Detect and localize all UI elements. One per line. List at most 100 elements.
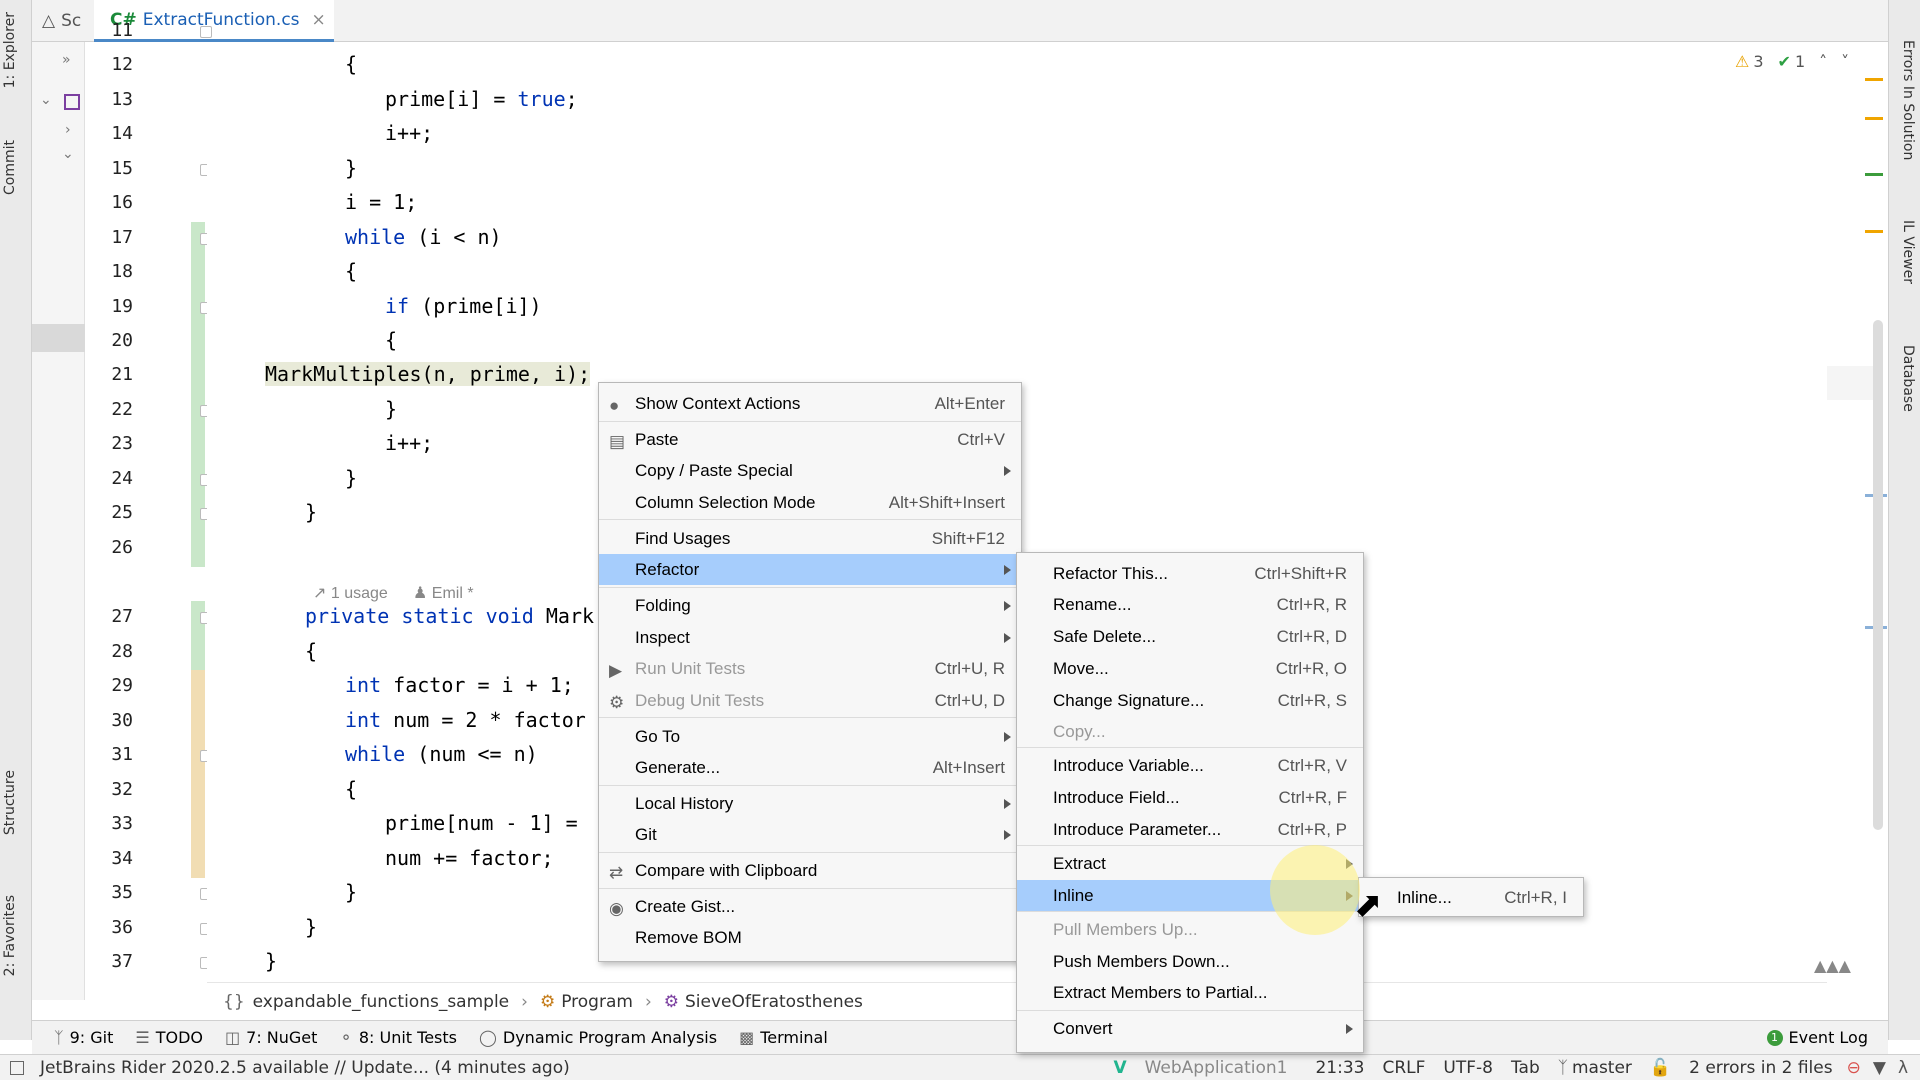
vcs-change-marker[interactable] <box>191 636 205 671</box>
code-line[interactable]: int num = 2 * factor <box>345 708 586 732</box>
refactor-menu-item[interactable]: Move... Ctrl+R, O <box>1017 653 1363 684</box>
context-menu-item[interactable]: Find Usages Shift+F12 <box>599 523 1021 554</box>
context-menu-item[interactable]: Local History <box>599 788 1021 819</box>
vcs-change-marker[interactable] <box>191 359 205 394</box>
vcs-change-marker[interactable] <box>191 532 205 567</box>
context-menu-item[interactable]: Column Selection Mode Alt+Shift+Insert <box>599 487 1021 518</box>
vcs-change-marker[interactable] <box>191 670 205 705</box>
code-line[interactable]: prime[num - 1] = <box>385 811 578 835</box>
vertical-scrollbar[interactable] <box>1873 320 1883 830</box>
context-menu-item[interactable]: Remove BOM <box>599 922 1021 953</box>
errors-in-solution-tab[interactable]: Errors In Solution <box>1900 40 1916 160</box>
context-menu-item[interactable]: ● Show Context Actions Alt+Enter <box>599 388 1021 419</box>
line-separator[interactable]: CRLF <box>1382 1058 1425 1078</box>
context-menu-item[interactable]: Git <box>599 819 1021 850</box>
todo-tool-button[interactable]: ☰ TODO <box>135 1028 203 1047</box>
code-line[interactable]: int factor = i + 1; <box>345 673 574 697</box>
indent-setting[interactable]: Tab <box>1511 1058 1540 1078</box>
code-line[interactable]: while (i < n) <box>345 225 502 249</box>
database-tab[interactable]: Database <box>1900 345 1916 412</box>
refactor-menu-item[interactable]: Convert <box>1017 1013 1363 1044</box>
code-line[interactable]: i++; <box>385 431 433 455</box>
vcs-change-marker[interactable] <box>191 325 205 360</box>
nuget-tool-button[interactable]: ◫ 7: NuGet <box>225 1028 317 1047</box>
inline-menu-item[interactable]: Inline... Ctrl+R, I <box>1359 882 1583 913</box>
context-menu-item[interactable]: Go To <box>599 721 1021 752</box>
code-line[interactable]: i++; <box>385 121 433 145</box>
vcs-change-marker[interactable] <box>191 843 205 878</box>
file-tab-partial[interactable]: △ Sc <box>42 0 92 42</box>
terminal-tool-button[interactable]: ▩ Terminal <box>739 1028 828 1047</box>
git-tool-button[interactable]: ᛉ 9: Git <box>54 1028 113 1047</box>
dpa-tool-button[interactable]: ◯ Dynamic Program Analysis <box>479 1028 717 1047</box>
git-branch[interactable]: master <box>1572 1058 1632 1078</box>
breadcrumb-class[interactable]: Program <box>561 992 633 1012</box>
fold-marker-icon[interactable] <box>200 26 212 38</box>
chevron-up-icon[interactable]: ˄ <box>1819 52 1827 71</box>
refactor-menu-item[interactable]: Rename... Ctrl+R, R <box>1017 589 1363 620</box>
file-encoding[interactable]: UTF-8 <box>1443 1058 1493 1078</box>
code-line[interactable]: } <box>345 466 357 490</box>
context-menu-item[interactable]: ⇄ Compare with Clipboard <box>599 855 1021 886</box>
refactor-menu-item[interactable]: Safe Delete... Ctrl+R, D <box>1017 621 1363 652</box>
usages-hint[interactable]: 1 usage <box>331 585 388 602</box>
code-line[interactable]: while (num <= n) <box>345 742 538 766</box>
code-line[interactable]: { <box>345 777 357 801</box>
code-line[interactable]: prime[i] = true; <box>385 87 578 111</box>
refactor-menu-item[interactable]: Introduce Parameter... Ctrl+R, P <box>1017 814 1363 845</box>
chevron-right-icon[interactable]: » <box>62 52 71 68</box>
code-line[interactable]: { <box>345 52 357 76</box>
code-line[interactable]: } <box>265 949 277 973</box>
refactor-menu-item[interactable]: Refactor This... Ctrl+Shift+R <box>1017 558 1363 589</box>
code-line[interactable]: } <box>345 156 357 180</box>
project-name[interactable]: WebApplication1 <box>1145 1058 1288 1078</box>
vcs-change-marker[interactable] <box>191 774 205 809</box>
refactor-menu-item[interactable]: Push Members Down... <box>1017 946 1363 977</box>
refactor-menu-item[interactable]: Introduce Variable... Ctrl+R, V <box>1017 750 1363 781</box>
code-line[interactable]: } <box>305 915 317 939</box>
chevron-down-icon[interactable]: ⌄ <box>40 92 52 108</box>
chevron-down-icon[interactable]: ⌄ <box>62 146 74 162</box>
filter-icon[interactable]: ▼ <box>1873 1058 1886 1078</box>
refactor-menu-item[interactable]: Introduce Field... Ctrl+R, F <box>1017 782 1363 813</box>
no-entry-icon[interactable]: ⊖ <box>1847 1058 1861 1078</box>
status-message[interactable]: JetBrains Rider 2020.2.5 available // Up… <box>40 1058 570 1078</box>
code-line[interactable]: i = 1; <box>345 190 417 214</box>
caret-position[interactable]: 21:33 <box>1315 1058 1364 1078</box>
context-menu-item[interactable]: Generate... Alt+Insert <box>599 752 1021 783</box>
warning-mark[interactable] <box>1865 117 1883 120</box>
code-line[interactable]: MarkMultiples(n, prime, i); <box>265 362 591 386</box>
event-log-button[interactable]: 1 Event Log <box>1766 1028 1868 1047</box>
resharper-icon[interactable]: λ <box>1898 1058 1908 1078</box>
explorer-tool-tab[interactable]: 1: Explorer <box>2 12 18 88</box>
code-line[interactable]: } <box>385 397 397 421</box>
author-hint[interactable]: Emil * <box>432 585 474 602</box>
vcs-change-marker[interactable] <box>191 428 205 463</box>
warning-mark[interactable] <box>1865 230 1883 233</box>
code-line[interactable]: } <box>345 880 357 904</box>
refactor-menu-item[interactable]: Change Signature... Ctrl+R, S <box>1017 685 1363 716</box>
vcs-change-marker[interactable] <box>191 256 205 291</box>
commit-tool-tab[interactable]: Commit <box>2 140 18 195</box>
chevron-right-icon[interactable]: › <box>65 122 71 138</box>
code-line[interactable]: num += factor; <box>385 846 554 870</box>
context-menu-item[interactable]: Refactor <box>599 554 1021 585</box>
refactor-menu-item[interactable]: Extract Members to Partial... <box>1017 977 1363 1008</box>
favorites-tool-tab[interactable]: 2: Favorites <box>2 895 18 976</box>
unit-tests-tool-button[interactable]: ⚬ 8: Unit Tests <box>339 1028 457 1047</box>
context-menu-item[interactable]: Inspect <box>599 622 1021 653</box>
warning-mark[interactable] <box>1865 78 1883 81</box>
context-menu-item[interactable]: ◉ Create Gist... <box>599 891 1021 922</box>
window-icon[interactable] <box>10 1060 24 1075</box>
code-line[interactable]: private static void Mark <box>305 604 594 628</box>
reader-mode-icon[interactable]: ▲▲▲ <box>1814 956 1851 975</box>
breadcrumb-method[interactable]: SieveOfEratosthenes <box>685 992 863 1012</box>
lock-icon[interactable]: 🔓 <box>1650 1058 1671 1078</box>
code-line[interactable]: { <box>385 328 397 352</box>
code-vision-author[interactable]: ♟ Emil * <box>413 583 474 603</box>
code-line[interactable]: { <box>305 639 317 663</box>
ok-mark[interactable] <box>1865 173 1883 176</box>
code-line[interactable]: if (prime[i]) <box>385 294 542 318</box>
context-menu-item[interactable]: Folding <box>599 590 1021 621</box>
vcs-change-marker[interactable] <box>191 808 205 843</box>
